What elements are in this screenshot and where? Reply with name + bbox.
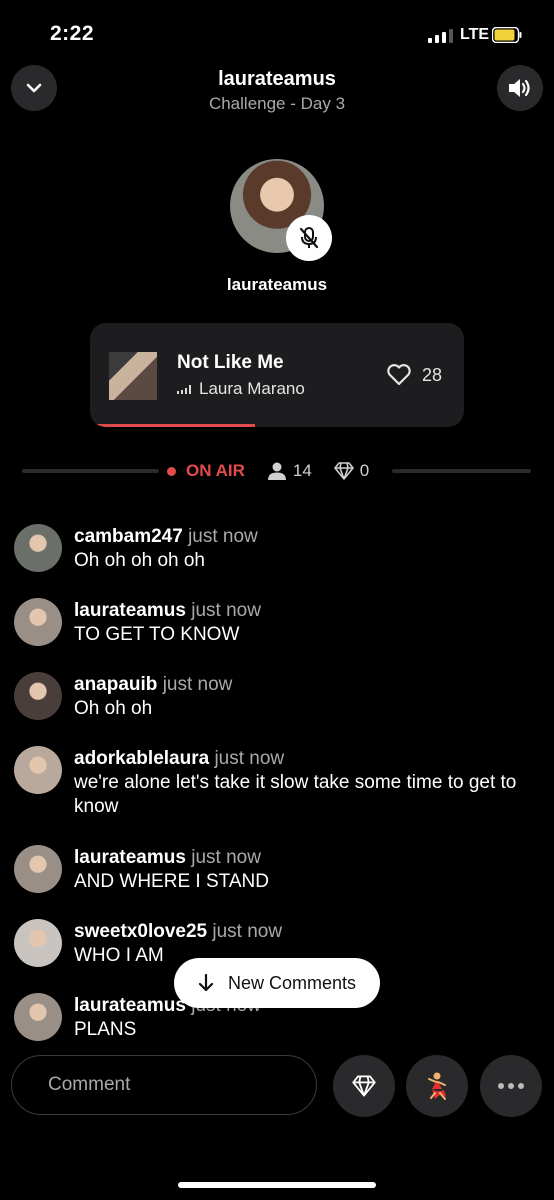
comment-text: Oh oh oh <box>74 698 153 719</box>
comment-username[interactable]: anapauib <box>74 674 157 695</box>
battery-icon <box>492 27 522 43</box>
commenter-avatar[interactable] <box>14 919 62 967</box>
comment-input[interactable] <box>11 1055 317 1115</box>
dancer-emoji-icon <box>428 1072 446 1100</box>
comment-time: just now <box>191 600 261 621</box>
comment-item: laurateamus just now AND WHERE I STAND <box>14 845 554 894</box>
comment-time: just now <box>188 526 258 547</box>
page-subtitle: Challenge - Day 3 <box>208 94 346 113</box>
commenter-avatar[interactable] <box>14 993 62 1041</box>
comment-username[interactable]: sweetx0love25 <box>74 921 207 942</box>
comment-time: just now <box>212 921 283 942</box>
more-options-button[interactable] <box>480 1055 542 1117</box>
mic-muted-badge <box>286 215 332 261</box>
listener-count-value: 14 <box>292 461 312 480</box>
more-icon <box>498 1083 524 1089</box>
volume-button[interactable] <box>497 65 543 111</box>
comment-text: Oh oh oh oh oh <box>74 550 205 571</box>
dance-reaction-button[interactable] <box>406 1055 468 1117</box>
heart-icon[interactable] <box>386 363 412 387</box>
comment-item: adorkablelaura just now we're alone let'… <box>14 746 554 819</box>
gem-count[interactable]: 0 <box>333 461 370 481</box>
on-air-label: ON AIR <box>186 461 245 480</box>
status-time: 2:22 <box>50 22 95 45</box>
mic-muted-icon <box>299 227 319 249</box>
comment-username[interactable]: laurateamus <box>74 600 186 621</box>
speaker-icon <box>509 79 530 97</box>
comment-time: just now <box>191 847 261 868</box>
diamond-icon <box>333 462 354 480</box>
person-icon <box>267 462 286 480</box>
send-gem-button[interactable] <box>333 1055 395 1117</box>
live-dot-icon <box>167 466 176 476</box>
comment-username[interactable]: laurateamus <box>74 847 186 868</box>
commenter-avatar[interactable] <box>14 672 62 720</box>
network-label: LTE <box>460 26 490 43</box>
song-progress-bar <box>90 424 255 427</box>
comment-text: PLANS <box>74 1019 137 1040</box>
diamond-icon <box>352 1075 376 1097</box>
song-title: Not Like Me <box>177 352 284 373</box>
commenter-avatar[interactable] <box>14 746 62 794</box>
gem-count-value: 0 <box>359 461 370 480</box>
divider-left <box>22 469 159 473</box>
comment-time: just now <box>214 748 285 769</box>
host-name[interactable]: laurateamus <box>0 275 554 295</box>
comment-text: TO GET TO KNOW <box>74 624 240 645</box>
commenter-avatar[interactable] <box>14 524 62 572</box>
comment-text: we're alone let's take it slow take some… <box>74 772 517 817</box>
now-playing-card[interactable]: Not Like Me Laura Marano 28 <box>90 323 464 427</box>
song-artist: Laura Marano <box>177 379 305 399</box>
signal-icon <box>428 27 453 43</box>
comment-item: cambam247 just now Oh oh oh oh oh <box>14 524 554 573</box>
comment-time: just now <box>162 674 233 695</box>
listener-count[interactable]: 14 <box>267 461 312 481</box>
arrow-down-icon <box>198 974 214 992</box>
album-art <box>109 352 157 400</box>
home-indicator <box>178 1182 376 1188</box>
comment-username[interactable]: cambam247 <box>74 526 183 547</box>
comment-item: laurateamus just now TO GET TO KNOW <box>14 598 554 647</box>
comment-username[interactable]: laurateamus <box>74 995 186 1016</box>
equalizer-icon <box>177 384 191 394</box>
commenter-avatar[interactable] <box>14 845 62 893</box>
live-status-row: ON AIR 14 0 <box>167 461 369 481</box>
page-title: laurateamus <box>218 68 336 90</box>
divider-right <box>392 469 531 473</box>
like-count: 28 <box>422 365 443 385</box>
new-comments-label: New Comments <box>227 972 357 993</box>
commenter-avatar[interactable] <box>14 598 62 646</box>
new-comments-button[interactable]: New Comments <box>174 958 380 1008</box>
comment-item: anapauib just now Oh oh oh <box>14 672 554 721</box>
comment-text: AND WHERE I STAND <box>74 871 269 892</box>
comment-username[interactable]: adorkablelaura <box>74 748 209 769</box>
artist-name: Laura Marano <box>199 379 305 398</box>
